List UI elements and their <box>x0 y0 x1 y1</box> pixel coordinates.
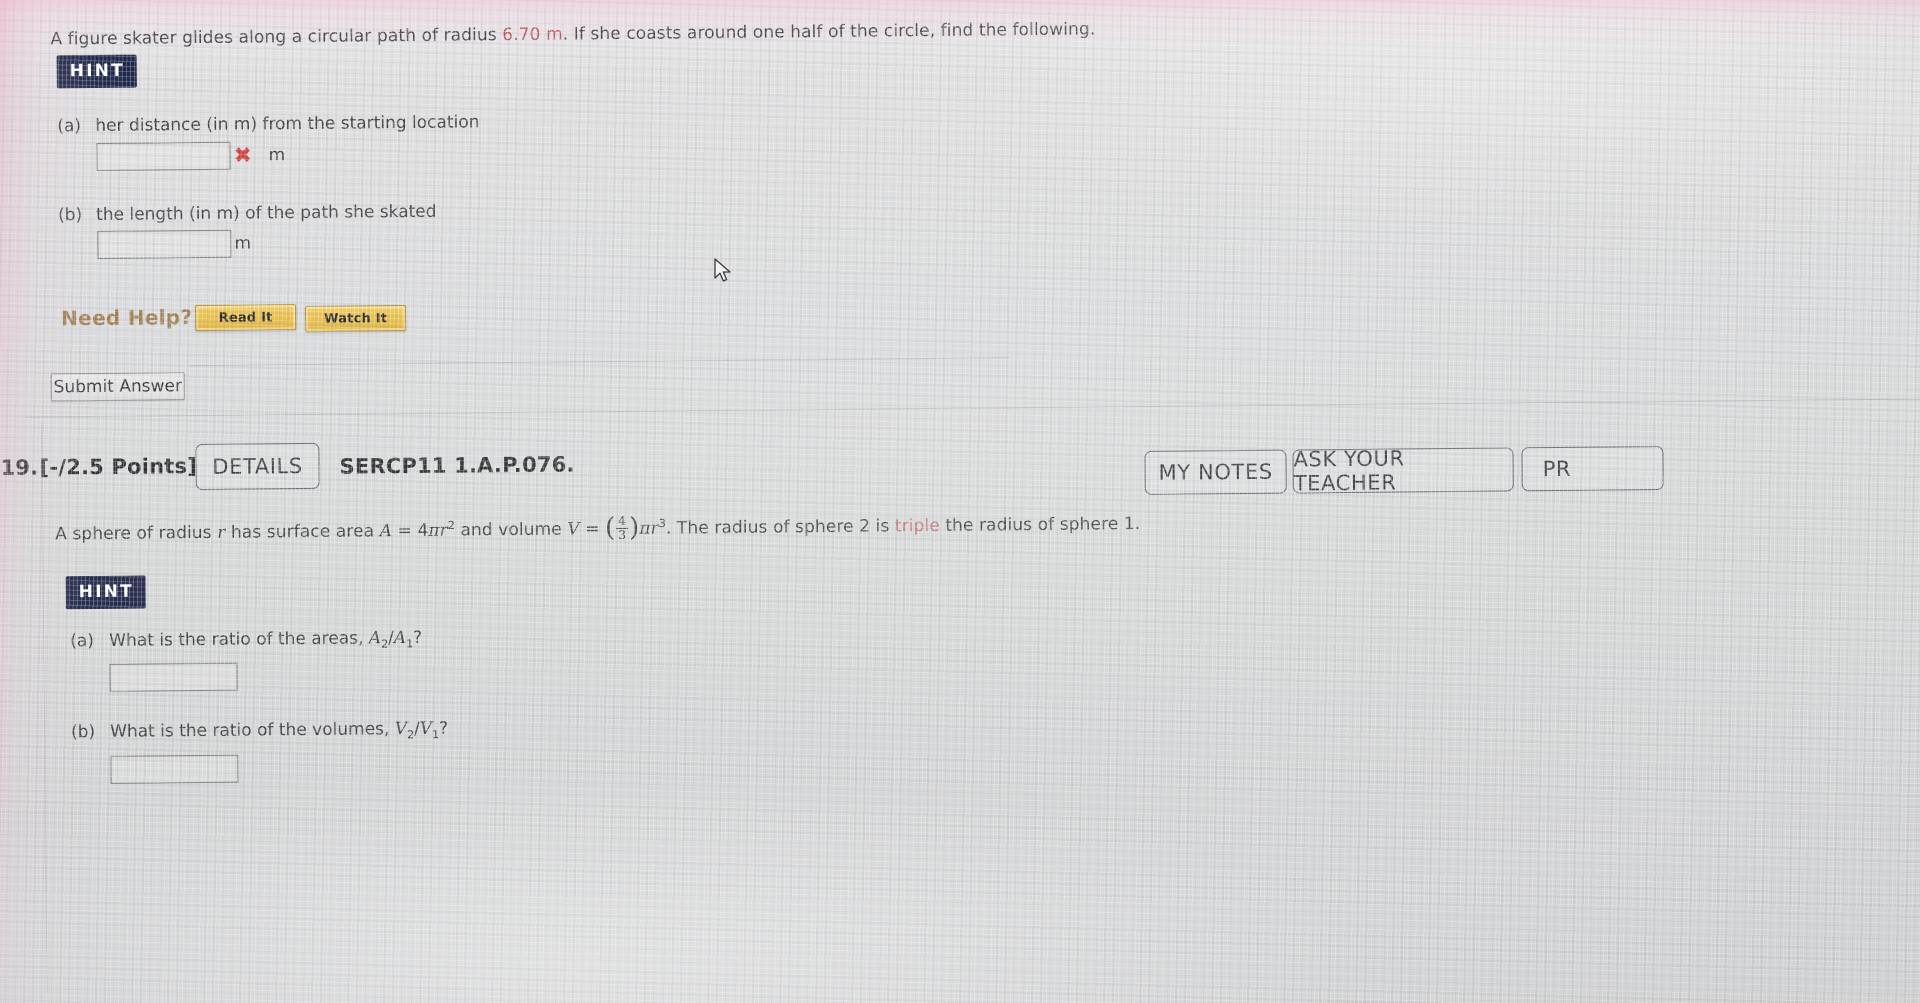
prompt-text-pre: A figure skater glides along a circular … <box>50 25 503 50</box>
fraction-numerator: 4 <box>618 513 627 528</box>
part-a-text-post: ? <box>413 627 423 648</box>
part-a-symbol-2: A <box>393 628 407 649</box>
statement-s5: the radius of sphere 1. <box>939 513 1141 536</box>
details-button[interactable]: DETAILS <box>195 442 320 491</box>
question-18-part-b-text: the length (in m) of the path she skated <box>96 201 437 225</box>
statement-area-symbol: A <box>379 521 393 542</box>
my-notes-button[interactable]: MY NOTES <box>1144 449 1287 495</box>
question-18-hint-wrap: HINT <box>56 54 138 89</box>
read-it-button[interactable]: Read It <box>194 304 297 332</box>
hint-badge[interactable]: HINT <box>65 575 147 610</box>
right-paren: ) <box>628 512 640 543</box>
part-b-text-pre: What is the ratio of the volumes, <box>109 719 395 742</box>
need-help-label: Need Help? <box>61 305 193 331</box>
statement-eq1: = 4 <box>391 520 429 542</box>
section-divider-1 <box>189 357 1010 367</box>
photo-of-screen: A figure skater glides along a circular … <box>0 0 1920 1003</box>
hint-badge[interactable]: HINT <box>56 54 138 89</box>
question-18-part-a-marker: (a) <box>57 116 82 137</box>
section-divider-2 <box>25 398 1920 418</box>
four-thirds-fraction: 43 <box>616 513 629 542</box>
statement-pi-2: π <box>639 518 651 539</box>
part-b-text-post: ? <box>438 718 449 739</box>
question-18-part-b-input[interactable] <box>97 229 232 259</box>
watch-it-button[interactable]: Watch It <box>305 305 407 332</box>
part-b-symbol-1: V <box>394 719 408 740</box>
statement-s2: has surface area <box>225 521 380 543</box>
question-18-part-b-marker: (b) <box>58 205 83 226</box>
question-19-number: 19. <box>0 455 39 480</box>
question-18-part-b-unit: m <box>234 233 252 254</box>
left-paren: ( <box>604 513 616 544</box>
question-19-part-b-marker: (b) <box>70 722 96 743</box>
statement-s1: A sphere of radius <box>55 522 218 545</box>
part-a-text-pre: What is the ratio of the areas, <box>109 628 369 651</box>
question-18-part-a-text: her distance (in m) from the starting lo… <box>95 112 480 136</box>
question-19-hint-wrap: HINT <box>65 575 147 610</box>
question-18-part-a-unit: m <box>268 145 286 166</box>
prompt-text-post: . If she coasts around one half of the c… <box>562 19 1096 45</box>
statement-volume-symbol: V <box>567 519 580 540</box>
question-19-statement: A sphere of radius r has surface area A … <box>55 509 1140 549</box>
incorrect-x-icon: ✖ <box>233 143 253 169</box>
question-18-part-a-input[interactable] <box>96 141 231 171</box>
question-19-problem-code: SERCP11 1.A.P.076. <box>339 452 575 479</box>
webassign-assignment-page: A figure skater glides along a circular … <box>0 0 1920 1003</box>
question-19-part-a-marker: (a) <box>70 631 94 652</box>
ask-your-teacher-button[interactable]: ASK YOUR TEACHER <box>1292 446 1514 496</box>
question-19-part-b-text: What is the ratio of the volumes, V2/V1? <box>110 719 448 745</box>
question-19-part-b-input[interactable] <box>110 754 239 784</box>
left-margin-rule <box>41 423 48 994</box>
statement-pi-1: π <box>428 520 440 541</box>
question-19-points: [-/2.5 Points] <box>39 454 198 480</box>
statement-eq2: = <box>579 519 606 540</box>
submit-answer-button[interactable]: Submit Answer <box>50 372 185 402</box>
part-b-symbol-2: V <box>419 718 433 739</box>
statement-s3: and volume <box>454 519 568 541</box>
prompt-radius-value: 6.70 m <box>502 24 563 46</box>
question-19-part-a-input[interactable] <box>109 662 238 692</box>
statement-r2: r <box>439 520 448 541</box>
question-19-part-a-text: What is the ratio of the areas, A2/A1? <box>109 628 422 653</box>
statement-triple-highlight: triple <box>894 515 940 537</box>
fraction-denominator: 3 <box>616 527 629 542</box>
part-a-symbol-1: A <box>368 628 382 649</box>
question-18-prompt: A figure skater glides along a circular … <box>50 19 1095 49</box>
practice-another-button[interactable]: PR <box>1521 445 1664 492</box>
statement-r3: r <box>650 518 659 539</box>
statement-s4: . The radius of sphere 2 is <box>665 516 895 539</box>
